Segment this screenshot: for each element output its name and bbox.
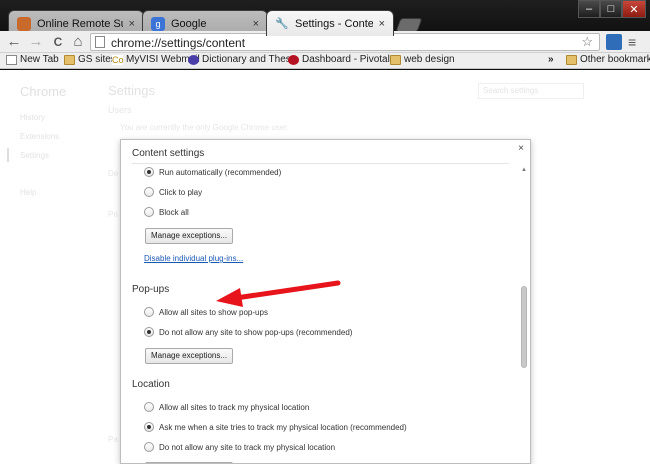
radio-allow-popups[interactable]: Allow all sites to show pop-ups	[144, 307, 268, 317]
menu-icon[interactable]: ≡	[628, 34, 644, 50]
new-tab-button[interactable]	[395, 18, 423, 32]
folder-icon	[390, 54, 401, 65]
bookmark-myvisi-webmail[interactable]: Co MyVISI Webmail	[112, 54, 200, 65]
wrench-favicon-icon: 🔧	[275, 18, 289, 30]
bookmark-new-tab[interactable]: New Tab	[6, 54, 59, 65]
radio-icon	[144, 187, 154, 197]
extension-icon[interactable]	[606, 34, 622, 50]
minimize-button[interactable]: –	[578, 0, 600, 18]
radio-icon	[144, 167, 154, 177]
tab-strip: Online Remote Support - × g Google × 🔧 S…	[8, 6, 568, 36]
dialog-scrollbar[interactable]: ▲	[520, 166, 528, 464]
radio-ask-location[interactable]: Ask me when a site tries to track my phy…	[144, 422, 407, 432]
tab-close-icon[interactable]: ×	[253, 18, 259, 30]
bookmark-label: Other bookmarks	[580, 54, 650, 65]
other-bookmarks[interactable]: Other bookmarks	[566, 54, 650, 65]
close-window-button[interactable]: ✕	[622, 0, 646, 18]
radio-label: Ask me when a site tries to track my phy…	[159, 422, 407, 432]
radio-label: Do not allow any site to track my physic…	[159, 442, 336, 452]
bookmark-label: New Tab	[20, 54, 59, 65]
location-heading: Location	[132, 379, 170, 390]
tab-title: Online Remote Support -	[37, 17, 123, 30]
tab-close-icon[interactable]: ×	[379, 18, 385, 30]
radio-label: Allow all sites to show pop-ups	[159, 307, 268, 317]
remote-support-favicon-icon	[17, 16, 31, 31]
radio-label: Block all	[159, 207, 189, 217]
disable-individual-plugins-link[interactable]: Disable individual plug-ins...	[144, 254, 243, 263]
reload-icon[interactable]: C	[50, 34, 66, 50]
scrollbar-thumb[interactable]	[521, 286, 527, 368]
radio-icon	[144, 442, 154, 452]
radio-allow-location[interactable]: Allow all sites to track my physical loc…	[144, 402, 309, 412]
radio-label: Run automatically (recommended)	[159, 167, 282, 177]
divider	[132, 163, 509, 164]
dictionary-icon	[188, 54, 199, 65]
plugins-manage-exceptions-button[interactable]: Manage exceptions...	[145, 228, 234, 244]
folder-icon	[566, 54, 577, 65]
dialog-title: Content settings	[132, 148, 205, 159]
webmail-icon: Co	[112, 54, 124, 65]
bookmark-star-icon[interactable]: ☆	[581, 34, 593, 50]
forward-icon[interactable]: →	[28, 34, 44, 50]
bookmark-gs-sites[interactable]: GS sites	[64, 54, 116, 65]
bookmark-label: web design	[404, 54, 455, 65]
radio-icon	[144, 327, 154, 337]
bookmark-web-design[interactable]: web design	[390, 54, 455, 65]
radio-icon	[144, 402, 154, 412]
radio-icon	[144, 307, 154, 317]
bookmark-label: Dictionary and Thes...	[202, 54, 300, 65]
tab-close-icon[interactable]: ×	[129, 18, 135, 30]
bookmark-dictionary[interactable]: Dictionary and Thes...	[188, 54, 299, 65]
home-icon[interactable]: ⌂	[70, 34, 86, 50]
maximize-button[interactable]: □	[600, 0, 622, 18]
red-annotation-arrow-icon	[216, 280, 341, 307]
url-text: chrome://settings/content	[111, 36, 246, 50]
radio-label: Do not allow any site to show pop-ups (r…	[159, 327, 353, 337]
back-icon[interactable]: ←	[6, 34, 22, 50]
window-controls: – □ ✕	[578, 0, 646, 18]
arrow-shaft	[233, 280, 341, 301]
arrow-head	[216, 288, 243, 307]
google-favicon-icon: g	[151, 16, 165, 31]
bookmark-label: Dashboard - Pivotal ...	[302, 54, 401, 65]
radio-label: Allow all sites to track my physical loc…	[159, 402, 310, 412]
page-icon	[95, 36, 105, 48]
browser-window: Online Remote Support - × g Google × 🔧 S…	[0, 0, 650, 464]
more-bookmarks-chevron[interactable]: »	[548, 54, 554, 65]
radio-block-location[interactable]: Do not allow any site to track my physic…	[144, 442, 335, 452]
radio-icon	[144, 422, 154, 432]
radio-click-to-play[interactable]: Click to play	[144, 187, 202, 197]
radio-block-popups[interactable]: Do not allow any site to show pop-ups (r…	[144, 327, 352, 337]
bookmarks-bar: New Tab GS sites Co MyVISI Webmail Dictio…	[0, 53, 650, 69]
radio-block-all[interactable]: Block all	[144, 207, 189, 217]
popups-manage-exceptions-button[interactable]: Manage exceptions...	[145, 348, 234, 364]
radio-run-automatically[interactable]: Run automatically (recommended)	[144, 167, 281, 177]
pivotal-icon	[288, 54, 299, 65]
tab-settings-content[interactable]: 🔧 Settings - Content settings ×	[266, 10, 394, 36]
radio-icon	[144, 207, 154, 217]
tab-title: Google	[171, 17, 207, 30]
bookmark-dashboard-pivotal[interactable]: Dashboard - Pivotal ...	[288, 54, 401, 65]
radio-label: Click to play	[159, 187, 203, 197]
dialog-close-icon[interactable]: ×	[518, 143, 524, 154]
folder-icon	[64, 54, 75, 65]
popups-heading: Pop-ups	[132, 284, 170, 295]
page-icon	[6, 54, 17, 65]
scroll-up-icon[interactable]: ▲	[520, 166, 528, 174]
bookmark-label: GS sites	[78, 54, 116, 65]
tab-title: Settings - Content settings	[295, 17, 373, 30]
